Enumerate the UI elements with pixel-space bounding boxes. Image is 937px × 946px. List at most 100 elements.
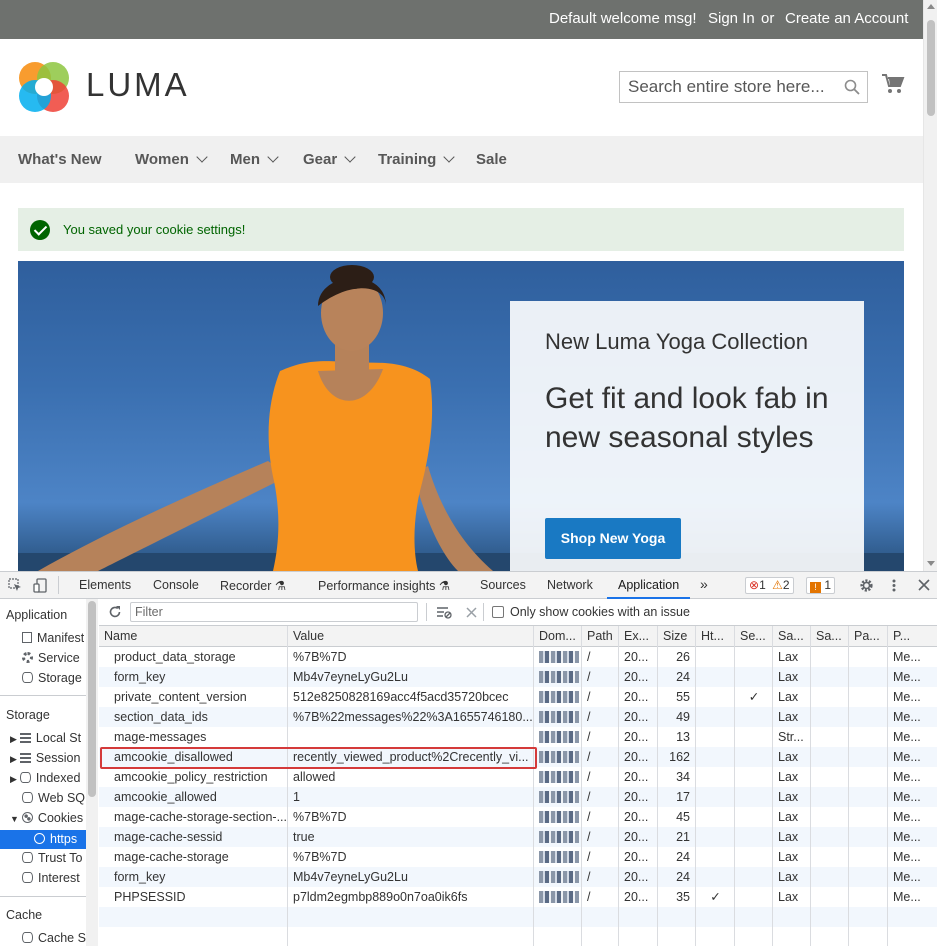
column-header-value[interactable]: Value xyxy=(288,626,534,646)
table-row[interactable]: amcookie_allowed 1 / 20... 17 Lax Me... xyxy=(99,787,937,807)
sidebar-item-cookies[interactable]: ▼ Cookies xyxy=(10,811,83,825)
search-input[interactable] xyxy=(628,77,833,97)
tab-elements[interactable]: Elements xyxy=(79,578,131,592)
table-row[interactable]: section_data_ids %7B%22messages%22%3A1655… xyxy=(99,707,937,727)
table-row[interactable]: PHPSESSID p7ldm2egmbp889o0n7oa0ik6fs / 20..… xyxy=(99,887,937,907)
sidebar-item-cache-storage[interactable]: Cache S xyxy=(22,931,86,945)
close-icon[interactable] xyxy=(918,579,930,591)
table-row[interactable]: mage-cache-storage-section-... %7B%7D / 20.… xyxy=(99,807,937,827)
column-header-sameparty[interactable]: Sa... xyxy=(811,626,849,646)
sidebar-item-cookie-origin[interactable]: https xyxy=(0,830,86,849)
device-toolbar-icon[interactable] xyxy=(33,578,48,593)
nav-item-whats-new[interactable]: What's New xyxy=(18,151,102,168)
column-header-secure[interactable]: Se... xyxy=(735,626,773,646)
column-header-priority[interactable]: P... xyxy=(888,626,937,646)
sidebar-item-trust-tokens[interactable]: Trust To xyxy=(22,851,82,865)
scrollbar-thumb[interactable] xyxy=(88,601,96,797)
sidebar-item-manifest[interactable]: Manifest xyxy=(22,631,84,645)
sidebar-scrollbar[interactable] xyxy=(86,599,98,946)
cell-value: true xyxy=(293,830,315,844)
table-row[interactable]: amcookie_policy_restriction allowed / 20...… xyxy=(99,767,937,787)
create-account-link[interactable]: Create an Account xyxy=(785,10,908,27)
filter-input[interactable] xyxy=(130,602,418,622)
database-icon xyxy=(19,772,31,783)
gear-icon[interactable] xyxy=(859,578,874,593)
cart-icon[interactable] xyxy=(881,72,905,96)
scroll-down-arrow-icon[interactable] xyxy=(927,561,935,566)
column-header-path[interactable]: Path xyxy=(582,626,619,646)
column-header-domain[interactable]: Dom... xyxy=(534,626,582,646)
table-row[interactable]: form_key Mb4v7eyneLyGu2Lu / 20... 24 Lax Me... xyxy=(99,867,937,887)
tab-application[interactable]: Application xyxy=(618,578,679,592)
tab-recorder[interactable]: Recorder ⚗ xyxy=(220,578,286,593)
cell-value: %7B%22messages%22%3A1655746180... xyxy=(293,710,533,724)
database-icon xyxy=(22,792,33,803)
cell-expires: 20... xyxy=(624,670,649,684)
table-row[interactable]: mage-cache-storage %7B%7D / 20... 24 Lax Me... xyxy=(99,847,937,867)
sidebar-item-session-storage[interactable]: ▶ Session xyxy=(10,751,80,765)
column-header-expires[interactable]: Ex... xyxy=(619,626,658,646)
chevron-down-icon xyxy=(443,151,456,163)
sidebar-item-web-sql[interactable]: Web SQ xyxy=(22,791,85,805)
issue-counters[interactable]: ⊗1 ⚠2 xyxy=(745,577,794,594)
nav-item-men[interactable]: Men xyxy=(230,151,279,168)
redacted-domain xyxy=(539,691,579,703)
cell-domain xyxy=(534,647,582,667)
luma-logo-icon[interactable] xyxy=(18,61,70,113)
more-tabs-button[interactable]: » xyxy=(700,576,708,592)
only-issues-checkbox[interactable] xyxy=(492,606,504,618)
search-icon[interactable] xyxy=(844,79,860,95)
sidebar-item-interest-groups[interactable]: Interest xyxy=(22,871,80,885)
redacted-domain xyxy=(539,831,579,843)
refresh-icon[interactable] xyxy=(108,605,122,619)
sign-in-link[interactable]: Sign In xyxy=(708,10,755,27)
redacted-domain xyxy=(539,891,579,903)
inspect-element-icon[interactable] xyxy=(8,578,22,592)
only-issues-label[interactable]: Only show cookies with an issue xyxy=(510,605,690,619)
table-row[interactable]: form_key Mb4v7eyneLyGu2Lu / 20... 24 Lax Me... xyxy=(99,667,937,687)
nav-item-sale[interactable]: Sale xyxy=(476,151,507,168)
table-row[interactable]: private_content_version 512e8250828169acc… xyxy=(99,687,937,707)
table-row[interactable]: mage-cache-sessid true / 20... 21 Lax Me... xyxy=(99,827,937,847)
delete-selected-icon[interactable] xyxy=(466,607,477,618)
logo-text[interactable]: LUMA xyxy=(86,66,190,104)
table-header: Name Value Dom... Path Ex... Size Ht... Se... Sa… xyxy=(99,626,937,647)
sidebar-item-service-workers[interactable]: Service xyxy=(22,651,80,665)
cell-name: amcookie_policy_restriction xyxy=(114,770,268,784)
scroll-up-arrow-icon[interactable] xyxy=(927,4,935,9)
sidebar-item-storage[interactable]: Storage xyxy=(22,671,82,685)
table-row[interactable]: amcookie_disallowed recently_viewed_produ… xyxy=(99,747,937,767)
issues-counter[interactable]: ! 1 xyxy=(806,577,836,594)
cell-secure: ✓ xyxy=(748,690,760,704)
sidebar-item-indexeddb[interactable]: ▶ Indexed xyxy=(10,771,80,785)
cell-domain xyxy=(534,707,582,727)
shop-new-yoga-button[interactable]: Shop New Yoga xyxy=(545,518,681,559)
cell-path: / xyxy=(587,790,591,804)
nav-item-gear[interactable]: Gear xyxy=(303,151,356,168)
nav-item-women[interactable]: Women xyxy=(135,151,208,168)
tab-sources[interactable]: Sources xyxy=(480,578,526,592)
sidebar-item-local-storage[interactable]: ▶ Local St xyxy=(10,731,81,745)
column-header-partition[interactable]: Pa... xyxy=(849,626,888,646)
clear-filtered-icon[interactable] xyxy=(436,606,452,619)
column-header-size[interactable]: Size xyxy=(658,626,696,646)
cell-value: %7B%7D xyxy=(293,850,347,864)
table-row[interactable]: product_data_storage %7B%7D / 20... 26 Lax Me.… xyxy=(99,647,937,667)
column-header-name[interactable]: Name xyxy=(99,626,288,646)
tab-performance-insights[interactable]: Performance insights ⚗ xyxy=(318,578,450,593)
flask-icon: ⚗ xyxy=(438,579,451,593)
scrollbar-thumb[interactable] xyxy=(927,20,935,116)
column-header-http[interactable]: Ht... xyxy=(696,626,735,646)
more-options-icon[interactable] xyxy=(889,578,899,593)
table-row[interactable]: mage-messages / 20... 13 Str... Me... xyxy=(99,727,937,747)
cell-expires: 20... xyxy=(624,710,649,724)
cell-path: / xyxy=(587,750,591,764)
page-scrollbar[interactable] xyxy=(923,0,937,571)
tab-console[interactable]: Console xyxy=(153,578,199,592)
tab-network[interactable]: Network xyxy=(547,578,593,592)
cell-name: mage-cache-sessid xyxy=(114,830,223,844)
column-header-samesite[interactable]: Sa... xyxy=(773,626,811,646)
nav-item-training[interactable]: Training xyxy=(378,151,456,168)
cell-value: recently_viewed_product%2Crecently_vi... xyxy=(293,750,529,764)
search-box[interactable] xyxy=(619,71,868,103)
